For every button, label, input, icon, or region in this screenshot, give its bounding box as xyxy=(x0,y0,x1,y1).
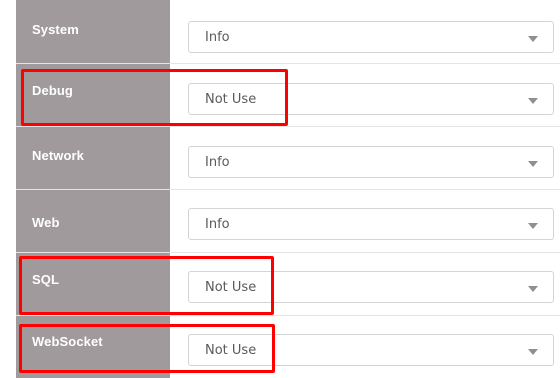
debug-level-select[interactable]: Not Use xyxy=(188,83,554,115)
log-label-debug: Debug xyxy=(32,83,73,98)
log-settings-panel: System Info Debug Not Use Network Info W… xyxy=(0,0,560,378)
log-row-websocket: WebSocket Not Use xyxy=(0,316,560,378)
log-row-web: Web Info xyxy=(0,190,560,253)
system-level-value: Info xyxy=(205,30,230,45)
chevron-down-icon xyxy=(528,349,538,355)
chevron-down-icon xyxy=(528,98,538,104)
log-row-system: System Info xyxy=(0,0,560,63)
chevron-down-icon xyxy=(528,161,538,167)
chevron-down-icon xyxy=(528,36,538,42)
network-level-select[interactable]: Info xyxy=(188,146,554,178)
log-row-network: Network Info xyxy=(0,127,560,190)
log-label-network: Network xyxy=(32,148,84,163)
debug-level-value: Not Use xyxy=(205,92,257,107)
chevron-down-icon xyxy=(528,223,538,229)
websocket-level-value: Not Use xyxy=(205,343,257,358)
log-label-sql: SQL xyxy=(32,272,60,287)
log-row-sql: SQL Not Use xyxy=(0,253,560,316)
system-level-select[interactable]: Info xyxy=(188,21,554,53)
sql-level-select[interactable]: Not Use xyxy=(188,271,554,303)
websocket-level-select[interactable]: Not Use xyxy=(188,334,554,366)
web-level-value: Info xyxy=(205,217,230,232)
network-level-value: Info xyxy=(205,155,230,170)
log-row-debug: Debug Not Use xyxy=(0,64,560,127)
sql-level-value: Not Use xyxy=(205,280,257,295)
log-label-system: System xyxy=(32,22,79,37)
web-level-select[interactable]: Info xyxy=(188,208,554,240)
log-label-websocket: WebSocket xyxy=(32,334,103,349)
log-label-web: Web xyxy=(32,215,60,230)
chevron-down-icon xyxy=(528,286,538,292)
